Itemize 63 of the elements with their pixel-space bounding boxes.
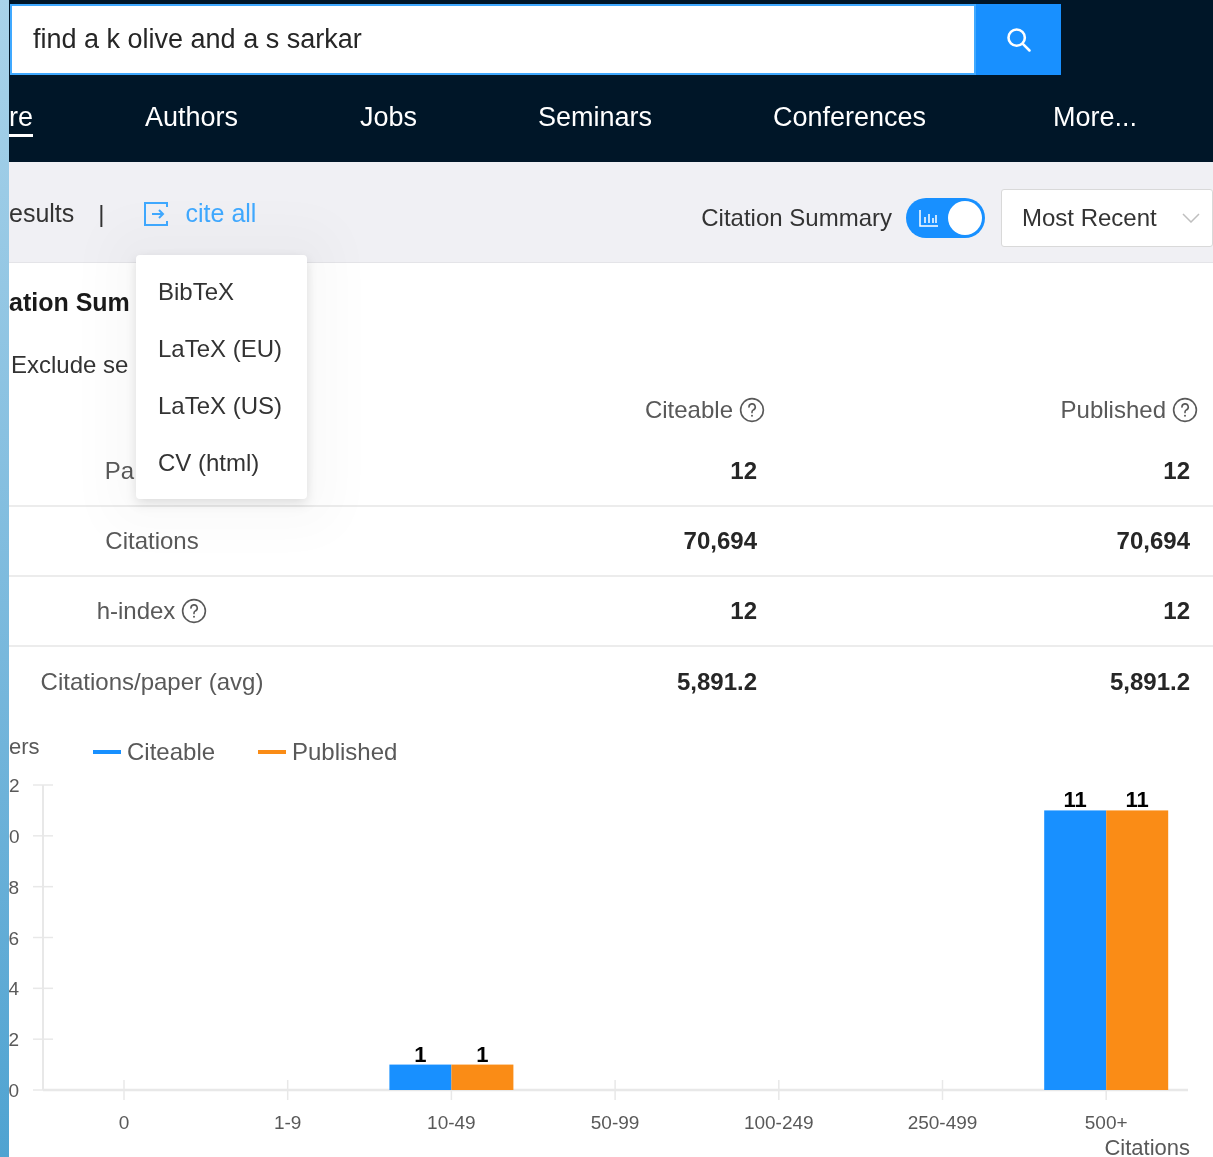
column-header: Published [1060, 395, 1166, 425]
chevron-down-icon [1182, 213, 1200, 223]
table-cell-text: 12 [1163, 456, 1190, 486]
data-label: 11 [1063, 787, 1087, 813]
section-title: ation Sum [9, 287, 130, 318]
x-axis-label: Citations [1104, 1135, 1190, 1157]
search-icon [1004, 25, 1033, 54]
sort-dropdown[interactable]: Most Recent [1001, 189, 1213, 247]
x-tick-label: 500+ [1084, 1112, 1128, 1133]
nav-link[interactable]: re [9, 100, 33, 137]
menu-item[interactable]: CV (html) [136, 434, 307, 491]
results-label: esults [9, 198, 75, 230]
table-cell-text: 5,891.2 [1109, 667, 1190, 697]
nav-link[interactable]: Jobs [360, 100, 418, 137]
legend-label: Citeable [127, 738, 216, 765]
menu-item[interactable]: LaTeX (US) [136, 377, 307, 434]
table-cell-text: 70,694 [1116, 526, 1190, 556]
bar [451, 1064, 514, 1090]
y-tick-label: 8 [9, 876, 19, 898]
table-cell-text: 12 [730, 456, 757, 486]
x-tick-label: 50-99 [590, 1112, 640, 1133]
x-tick-label: 0 [118, 1112, 130, 1133]
x-tick-label: 10-49 [427, 1112, 476, 1133]
citation-summary-label: Citation Summary [701, 203, 892, 233]
column-header: Citeable [644, 395, 733, 425]
table-cell-text: 70,694 [683, 526, 757, 556]
y-tick-label: 2 [9, 775, 20, 796]
x-tick-label: 1-9 [273, 1112, 302, 1133]
separator: | [98, 199, 105, 229]
x-tick-label: 100-249 [743, 1112, 814, 1133]
citation-summary-toggle[interactable] [906, 198, 985, 238]
table-cell-text: 12 [1163, 596, 1190, 626]
nav-link[interactable]: More... [1053, 100, 1138, 137]
y-tick-label: 4 [9, 978, 19, 1000]
data-label: 1 [414, 1041, 427, 1067]
y-tick-label: 0 [9, 825, 20, 847]
nav-link[interactable]: Authors [145, 100, 239, 137]
row-label: h-index [96, 596, 176, 626]
export-icon [142, 201, 169, 227]
y-tick-label: 0 [9, 1080, 19, 1101]
row-label: Citations/paper (avg) [40, 667, 264, 697]
x-tick-label: 250-499 [907, 1112, 978, 1133]
data-label: 1 [476, 1041, 489, 1067]
menu-item[interactable]: LaTeX (EU) [136, 320, 307, 377]
y-axis-label: ers [9, 734, 40, 759]
nav-link[interactable]: Conferences [773, 100, 927, 137]
row-label: Citations [105, 526, 199, 556]
bar-chart-icon [919, 209, 939, 227]
search-field[interactable]: find a k olive and a s sarkar [10, 4, 976, 75]
table-cell-text: 5,891.2 [676, 667, 757, 697]
bar [389, 1064, 452, 1090]
legend-item[interactable]: Published [258, 738, 398, 765]
nav-link[interactable]: Seminars [538, 100, 653, 137]
legend-label: Published [292, 738, 398, 765]
search-button[interactable] [976, 4, 1061, 75]
y-tick-label: 2 [9, 1029, 19, 1051]
legend-item[interactable]: Citeable [93, 738, 216, 765]
y-tick-label: 6 [9, 927, 19, 949]
exclude-label: Exclude se [11, 350, 129, 380]
table-cell-text: 12 [730, 596, 757, 626]
data-label: 11 [1125, 787, 1149, 813]
row-label: Pa [104, 456, 134, 486]
menu-item[interactable]: BibTeX [136, 263, 307, 320]
